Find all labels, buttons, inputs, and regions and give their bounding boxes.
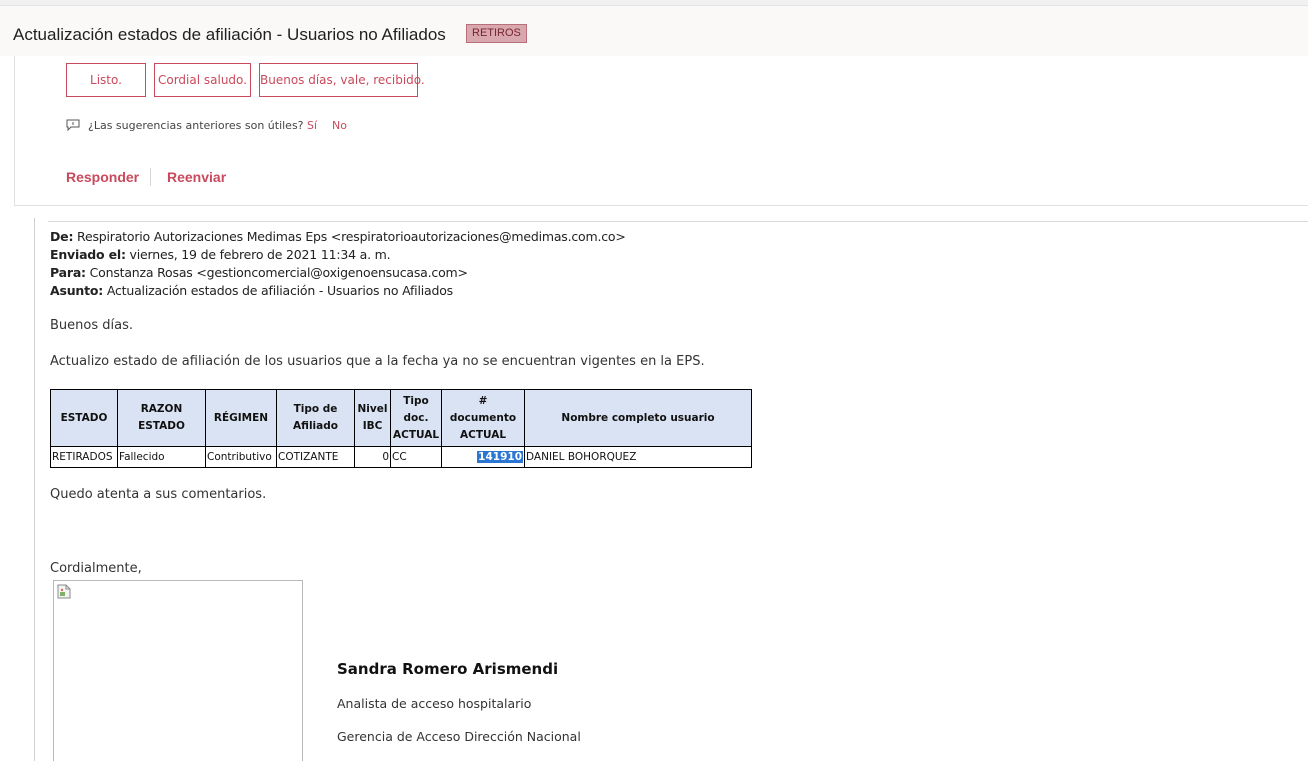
col-estado: ESTADO (50, 389, 118, 447)
suggested-reply-3[interactable]: Buenos días, vale, recibido. (259, 63, 425, 97)
cell-documento[interactable]: 141910 (441, 446, 526, 468)
col-razon-estado: RAZON ESTADO (117, 389, 206, 447)
forward-button[interactable]: Reenviar (167, 169, 226, 185)
col-tipo-afiliado: Tipo de Afiliado (276, 389, 355, 447)
quote-line (34, 218, 35, 761)
col-nivel-ibc: Nivel IBC (354, 389, 391, 447)
cell-razon: Fallecido (117, 446, 206, 468)
col-regimen: RÉGIMEN (205, 389, 277, 447)
affiliation-table: ESTADO RAZON ESTADO RÉGIMEN Tipo de Afil… (50, 389, 753, 468)
signature-name: Sandra Romero Arismendi (337, 660, 559, 678)
signature-image (53, 580, 303, 761)
col-tipo-doc: Tipo doc. ACTUAL (389, 389, 443, 447)
suggested-reply-1[interactable]: Listo. (66, 63, 146, 97)
comment-icon (66, 119, 80, 131)
signature-department: Gerencia de Acceso Dirección Nacional (337, 729, 581, 744)
action-separator (150, 168, 151, 186)
signoff-text: Cordialmente, (50, 561, 142, 576)
message-subject-title: Actualización estados de afiliación - Us… (13, 25, 446, 44)
broken-image-icon (57, 584, 71, 599)
thread-line (14, 56, 15, 206)
divider (14, 205, 1308, 206)
message-header: Actualización estados de afiliación - Us… (0, 6, 1308, 56)
feedback-question: ¿Las sugerencias anteriores son útiles? (88, 119, 304, 132)
col-documento: # documento ACTUAL (441, 389, 526, 447)
table-header-row: ESTADO RAZON ESTADO RÉGIMEN Tipo de Afil… (50, 389, 753, 447)
feedback-no-link[interactable]: No (332, 119, 347, 132)
meta-from: De: Respiratorio Autorizaciones Medimas … (50, 229, 626, 244)
cell-nivel: 0 (354, 446, 391, 468)
cell-tipo-doc: CC (389, 446, 443, 468)
table-row: RETIRADOS Fallecido Contributivo COTIZAN… (50, 446, 753, 468)
meta-sent: Enviado el: viernes, 19 de febrero de 20… (50, 247, 391, 262)
feedback-yes-link[interactable]: Sí (307, 119, 317, 132)
signature-role: Analista de acceso hospitalario (337, 696, 532, 711)
greeting: Buenos días. (50, 318, 133, 333)
col-nombre: Nombre completo usuario (524, 389, 753, 447)
cell-tipo-afiliado: COTIZANTE (276, 446, 355, 468)
category-tag[interactable]: RETIROS (466, 24, 527, 43)
closing-text: Quedo atenta a sus comentarios. (50, 487, 267, 502)
meta-to: Para: Constanza Rosas <gestioncomercial@… (50, 265, 468, 280)
quoted-divider (48, 221, 1308, 222)
intro-text: Actualizo estado de afiliación de los us… (50, 354, 705, 369)
meta-subject: Asunto: Actualización estados de afiliac… (50, 283, 453, 298)
reply-button[interactable]: Responder (66, 169, 139, 185)
suggested-reply-2[interactable]: Cordial saludo. (154, 63, 251, 97)
cell-nombre: DANIEL BOHORQUEZ (524, 446, 753, 468)
selected-document-number[interactable]: 141910 (477, 451, 524, 463)
cell-regimen: Contributivo (205, 446, 277, 468)
cell-estado: RETIRADOS (50, 446, 118, 468)
